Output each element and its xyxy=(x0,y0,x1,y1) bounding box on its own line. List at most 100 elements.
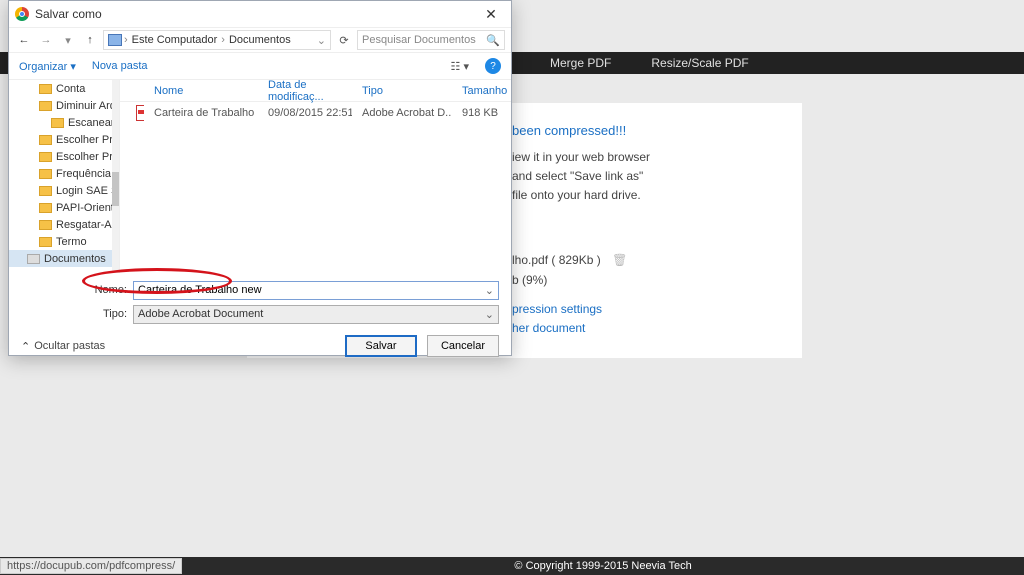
filename-input[interactable]: ⌄ xyxy=(133,281,499,300)
breadcrumb-folder[interactable]: Documentos xyxy=(227,34,293,46)
tree-item[interactable]: Frequência xyxy=(9,165,119,182)
tree-item-label: Login SAE SIC xyxy=(56,185,119,197)
tree-item-label: Frequência xyxy=(56,168,111,180)
tree-item[interactable]: Escanear xyxy=(9,114,119,131)
cancel-button[interactable]: Cancelar xyxy=(427,335,499,357)
result-title: been compressed!!! xyxy=(512,121,778,142)
chrome-icon xyxy=(15,7,29,21)
search-input[interactable]: Pesquisar Documentos 🔍 xyxy=(357,30,505,50)
tree-item-label: Conta xyxy=(56,83,85,95)
scrollbar-thumb[interactable] xyxy=(112,172,119,206)
folder-icon xyxy=(39,152,52,162)
dialog-nav-bar: ← → ▾ ↑ › Este Computador › Documentos ⌄… xyxy=(9,27,511,53)
dialog-toolbar: Organizar ▾ Nova pasta ☷ ▾ ? xyxy=(9,53,511,79)
tree-scrollbar[interactable] xyxy=(112,80,119,273)
tree-item[interactable]: Login SAE SIC xyxy=(9,182,119,199)
result-line: file onto your hard drive. xyxy=(512,186,778,205)
new-folder-button[interactable]: Nova pasta xyxy=(92,60,148,72)
view-options-button[interactable]: ☷ ▾ xyxy=(451,60,469,73)
file-row[interactable]: Carteira de Trabalho 09/08/2015 22:51 Ad… xyxy=(120,102,511,124)
chevron-down-icon[interactable]: ⌄ xyxy=(485,284,494,297)
tree-item-label: Diminuir Arq xyxy=(56,100,116,112)
tree-item-label: Termo xyxy=(56,236,87,248)
refresh-icon[interactable]: ⟳ xyxy=(335,34,353,47)
save-button[interactable]: Salvar xyxy=(345,335,417,357)
filetype-label: Tipo: xyxy=(21,308,133,320)
tree-item-label: Documentos xyxy=(44,253,106,265)
tree-item[interactable]: Escolher Proj xyxy=(9,131,119,148)
help-icon[interactable]: ? xyxy=(485,58,501,74)
file-date: 09/08/2015 22:51 xyxy=(258,107,352,119)
chevron-down-icon[interactable]: ⌄ xyxy=(485,308,494,321)
link-another-document[interactable]: her document xyxy=(512,319,778,338)
filename-input-text[interactable] xyxy=(138,284,494,296)
folder-icon xyxy=(51,118,64,128)
tree-item-label: Escolher Proj xyxy=(56,134,119,146)
library-icon xyxy=(27,254,40,264)
tree-item[interactable]: Diminuir Arq xyxy=(9,97,119,114)
search-icon: 🔍 xyxy=(486,34,500,47)
chevron-right-icon: › xyxy=(221,34,225,46)
file-size: 918 KB xyxy=(452,107,502,119)
folder-tree[interactable]: Conta Diminuir Arq Escanear Escolher Proj Es… xyxy=(9,80,120,273)
tree-item-label: Resgatar-Alte xyxy=(56,219,119,231)
tree-item[interactable]: Documentos xyxy=(9,250,119,267)
tree-item[interactable]: Escolher Proj xyxy=(9,148,119,165)
chevron-down-icon[interactable]: ⌄ xyxy=(317,34,326,47)
col-date[interactable]: Data de modificaç... xyxy=(258,79,352,103)
file-list[interactable]: Nome Data de modificaç... Tipo Tamanho C… xyxy=(120,80,511,273)
tree-item-label: PAPI-Orienta xyxy=(56,202,119,214)
filetype-combo[interactable]: Adobe Acrobat Document ⌄ xyxy=(133,305,499,324)
folder-icon xyxy=(39,101,52,111)
filename-label: Nome: xyxy=(21,284,133,296)
tree-item[interactable]: Termo xyxy=(9,233,119,250)
folder-icon xyxy=(39,135,52,145)
save-as-dialog: Salvar como ✕ ← → ▾ ↑ › Este Computador … xyxy=(8,0,512,356)
status-bar: https://docupub.com/pdfcompress/ © Copyr… xyxy=(0,557,1024,575)
output-file-info: lho.pdf ( 829Kb ) xyxy=(512,253,601,267)
tree-item[interactable]: Conta xyxy=(9,80,119,97)
nav-up-icon[interactable]: ↑ xyxy=(81,34,99,46)
pdf-file-icon xyxy=(136,105,144,121)
trash-icon[interactable]: 🗑 xyxy=(612,253,627,267)
tree-item[interactable]: Resgatar-Alte xyxy=(9,216,119,233)
result-line: and select "Save link as" xyxy=(512,167,778,186)
breadcrumb[interactable]: › Este Computador › Documentos ⌄ xyxy=(103,30,331,50)
tree-item[interactable]: PAPI-Orienta xyxy=(9,199,119,216)
nav-recent-icon[interactable]: ▾ xyxy=(59,34,77,47)
copyright: © Copyright 1999-2015 Neevia Tech xyxy=(514,560,691,572)
breadcrumb-pc[interactable]: Este Computador xyxy=(130,34,220,46)
saving-info: b (9%) xyxy=(512,271,778,290)
organize-button[interactable]: Organizar ▾ xyxy=(19,60,76,73)
dialog-titlebar[interactable]: Salvar como ✕ xyxy=(9,1,511,27)
result-line: iew it in your web browser xyxy=(512,148,778,167)
tree-item-label: Escolher Proj xyxy=(56,151,119,163)
file-type: Adobe Acrobat D... xyxy=(352,107,452,119)
tree-item-label: Escanear xyxy=(68,117,114,129)
filetype-value: Adobe Acrobat Document xyxy=(138,308,263,320)
computer-icon xyxy=(108,34,122,46)
folder-icon xyxy=(39,220,52,230)
file-list-header[interactable]: Nome Data de modificaç... Tipo Tamanho xyxy=(120,80,511,102)
col-name[interactable]: Nome xyxy=(144,85,258,97)
status-url: https://docupub.com/pdfcompress/ xyxy=(0,558,182,574)
menu-merge-pdf[interactable]: Merge PDF xyxy=(550,56,611,70)
link-compression-settings[interactable]: pression settings xyxy=(512,300,778,319)
folder-icon xyxy=(39,237,52,247)
chevron-right-icon: › xyxy=(124,34,128,46)
nav-forward-icon[interactable]: → xyxy=(37,34,55,46)
folder-icon xyxy=(39,84,52,94)
hide-folders-link[interactable]: Ocultar pastas xyxy=(34,340,105,352)
close-button[interactable]: ✕ xyxy=(477,4,505,24)
caret-up-icon[interactable]: ⌃ xyxy=(21,340,30,353)
menu-resize-pdf[interactable]: Resize/Scale PDF xyxy=(651,56,748,70)
dialog-title: Salvar como xyxy=(35,7,477,21)
col-size[interactable]: Tamanho xyxy=(452,85,502,97)
folder-icon xyxy=(39,203,52,213)
file-name: Carteira de Trabalho xyxy=(144,107,258,119)
folder-icon xyxy=(39,186,52,196)
search-placeholder: Pesquisar Documentos xyxy=(362,34,486,46)
folder-icon xyxy=(39,169,52,179)
col-type[interactable]: Tipo xyxy=(352,85,452,97)
nav-back-icon[interactable]: ← xyxy=(15,34,33,46)
